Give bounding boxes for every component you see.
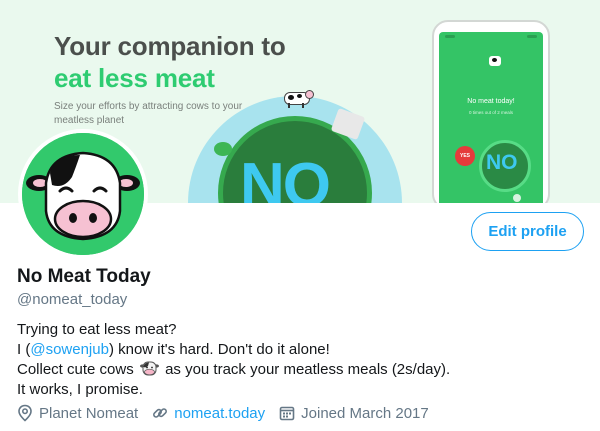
bio-line-2-suffix: ) know it's hard. Don't do it alone! xyxy=(108,341,330,358)
bio-line-4: It works, I promise. xyxy=(17,381,143,398)
phone-yes-button: YES xyxy=(455,146,475,166)
profile-website[interactable]: nomeat.today xyxy=(152,405,265,422)
profile-location: Planet Nomeat xyxy=(17,404,138,422)
phone-mockup: No meat today! 0 times out of 2 meals YE… xyxy=(432,20,550,203)
location-text: Planet Nomeat xyxy=(39,404,139,422)
phone-title: No meat today! xyxy=(467,98,515,105)
bio-line-1: Trying to eat less meat? xyxy=(17,321,177,338)
banner-tagline: Size your efforts by attracting cows to … xyxy=(54,101,243,126)
profile-meta: Planet Nomeat nomeat.today Joined March … xyxy=(17,404,443,422)
banner-headline: Your companion to eat less meat xyxy=(54,30,286,94)
profile-handle: @nomeat_today xyxy=(17,291,128,308)
calendar-icon xyxy=(279,406,295,421)
bio-line-2-prefix: I ( xyxy=(17,341,31,358)
website-link[interactable]: nomeat.today xyxy=(174,405,265,422)
cow-face-icon xyxy=(139,361,159,376)
phone-screen: No meat today! 0 times out of 2 meals YE… xyxy=(439,32,543,203)
bio-line-2: I (@sowenjub) know it's hard. Don't do i… xyxy=(17,340,587,360)
phone-no-label: NO xyxy=(486,151,518,174)
profile-joined: Joined March 2017 xyxy=(279,405,429,422)
link-icon xyxy=(153,408,168,418)
cow-avatar-icon xyxy=(22,133,144,255)
planet-label: NO xyxy=(240,151,331,203)
banner-headline-line1: Your companion to xyxy=(54,31,286,61)
cow-icon xyxy=(489,56,501,66)
bio-line-3: Collect cute cows as you track your meat… xyxy=(17,360,587,380)
phone-settings-icon xyxy=(513,194,521,202)
cow-illustration xyxy=(284,90,314,108)
bio-line-3-suffix: as you track your meatless meals (2s/day… xyxy=(165,361,451,378)
mention-link[interactable]: @sowenjub xyxy=(30,341,109,358)
bio-line-3-prefix: Collect cute cows xyxy=(17,361,134,378)
tree-illustration xyxy=(214,142,232,156)
banner-headline-line2: eat less meat xyxy=(54,63,215,93)
profile-avatar[interactable] xyxy=(18,129,148,259)
location-pin-icon xyxy=(18,404,32,422)
profile-display-name: No Meat Today xyxy=(17,266,151,287)
phone-subtitle: 0 times out of 2 meals xyxy=(468,110,514,115)
edit-profile-button[interactable]: Edit profile xyxy=(471,212,584,251)
joined-text: Joined March 2017 xyxy=(301,404,429,422)
profile-bio: Trying to eat less meat? I (@sowenjub) k… xyxy=(17,320,587,400)
